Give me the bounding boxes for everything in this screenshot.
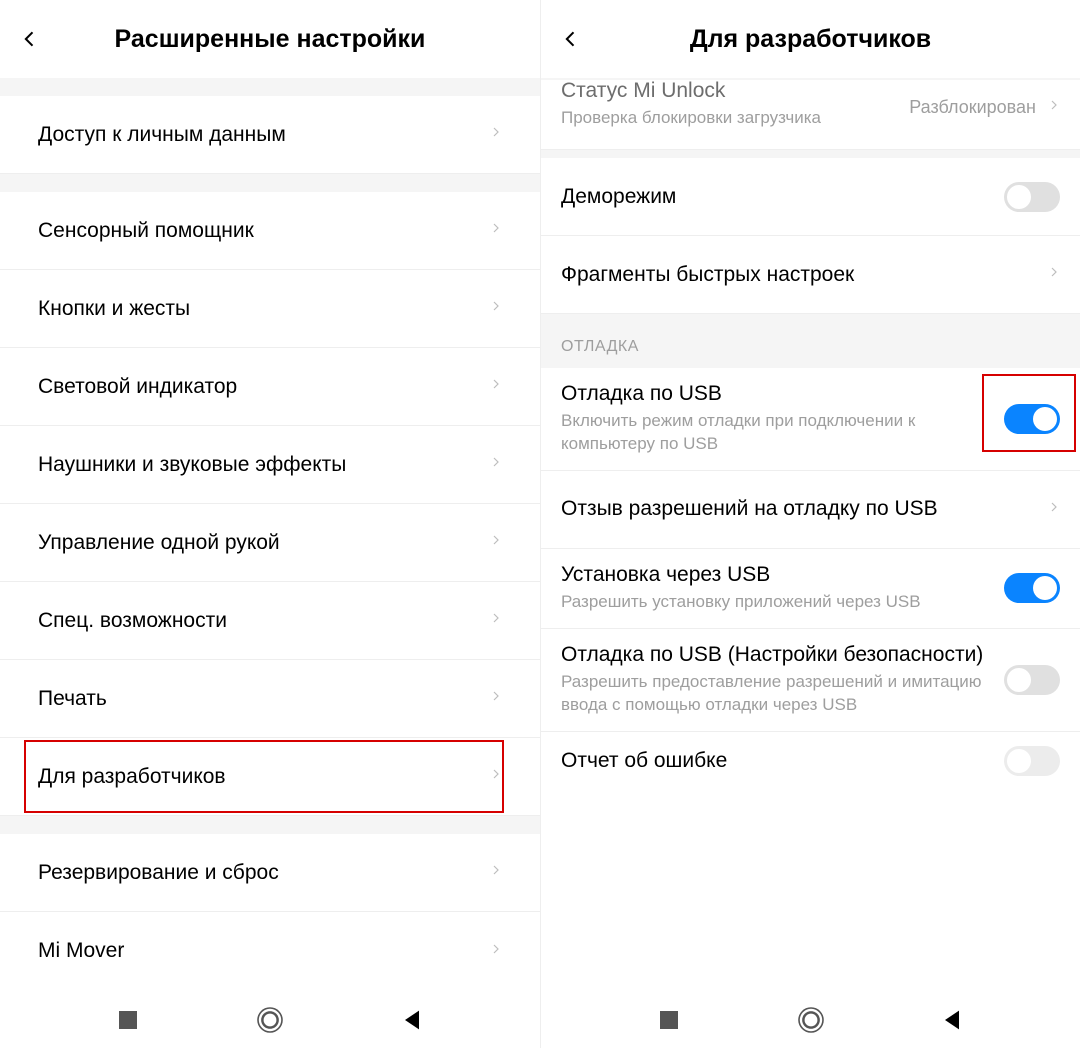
divider xyxy=(541,150,1080,158)
section-header-debug: ОТЛАДКА xyxy=(541,314,1080,368)
item-quick-ball[interactable]: Сенсорный помощник xyxy=(0,192,540,270)
item-label: Наушники и звуковые эффекты xyxy=(38,453,490,477)
toggle-usb-debugging[interactable] xyxy=(1004,404,1060,434)
item-usb-debug-security[interactable]: Отладка по USB (Настройки безопасности) … xyxy=(541,629,1080,732)
item-sub: Разрешить установку приложений через USB xyxy=(561,591,988,614)
square-icon xyxy=(119,1011,137,1029)
chevron-right-icon xyxy=(490,452,502,477)
item-label: Печать xyxy=(38,687,490,711)
item-label: Резервирование и сброс xyxy=(38,861,490,885)
nav-home-button[interactable] xyxy=(797,1006,825,1034)
item-sub: Разрешить предоставление разрешений и им… xyxy=(561,671,988,717)
chevron-right-icon xyxy=(1048,262,1060,287)
chevron-right-icon xyxy=(490,939,502,964)
chevron-right-icon xyxy=(490,296,502,321)
item-label: Установка через USB xyxy=(561,563,988,587)
item-headphones-audio[interactable]: Наушники и звуковые эффекты xyxy=(0,426,540,504)
item-demo-mode[interactable]: Деморежим xyxy=(541,158,1080,236)
content: Статус Mi Unlock Проверка блокировки заг… xyxy=(541,78,1080,992)
back-button[interactable] xyxy=(541,0,601,78)
chevron-right-icon xyxy=(490,530,502,555)
item-label: Управление одной рукой xyxy=(38,531,490,555)
item-bug-report[interactable]: Отчет об ошибке xyxy=(541,732,1080,790)
nav-back-button[interactable] xyxy=(938,1006,966,1034)
item-label: Сенсорный помощник xyxy=(38,219,490,243)
item-label: Отладка по USB xyxy=(561,382,988,406)
item-label: Спец. возможности xyxy=(38,609,490,633)
text-col: Статус Mi Unlock Проверка блокировки заг… xyxy=(561,85,909,130)
item-label: Статус Mi Unlock xyxy=(561,79,893,103)
chevron-left-icon xyxy=(561,29,581,49)
item-label: Отчет об ошибке xyxy=(561,749,1004,773)
item-label: Для разработчиков xyxy=(38,765,490,789)
item-label: Отладка по USB (Настройки безопасности) xyxy=(561,643,988,667)
text-col: Отладка по USB (Настройки безопасности) … xyxy=(561,643,1004,717)
item-led-indicator[interactable]: Световой индикатор xyxy=(0,348,540,426)
nav-recents-button[interactable] xyxy=(114,1006,142,1034)
item-value: Разблокирован xyxy=(909,97,1036,118)
item-usb-debugging[interactable]: Отладка по USB Включить режим отладки пр… xyxy=(541,368,1080,471)
toggle-install-via-usb[interactable] xyxy=(1004,573,1060,603)
toggle-usb-debug-security[interactable] xyxy=(1004,665,1060,695)
toggle-demo-mode[interactable] xyxy=(1004,182,1060,212)
item-quick-settings-tiles[interactable]: Фрагменты быстрых настроек xyxy=(541,236,1080,314)
chevron-right-icon xyxy=(490,374,502,399)
divider xyxy=(0,78,540,96)
circle-icon xyxy=(802,1011,820,1029)
item-backup-reset[interactable]: Резервирование и сброс xyxy=(0,834,540,912)
item-sub: Проверка блокировки загрузчика xyxy=(561,107,893,130)
toggle-bug-report[interactable] xyxy=(1004,746,1060,776)
item-label: Световой индикатор xyxy=(38,375,490,399)
circle-icon xyxy=(261,1011,279,1029)
header: Расширенные настройки xyxy=(0,0,540,78)
text-col: Отладка по USB Включить режим отладки пр… xyxy=(561,382,1004,456)
item-developer-options[interactable]: Для разработчиков xyxy=(0,738,540,816)
item-personal-data-access[interactable]: Доступ к личным данным xyxy=(0,96,540,174)
item-install-via-usb[interactable]: Установка через USB Разрешить установку … xyxy=(541,549,1080,629)
item-label: Фрагменты быстрых настроек xyxy=(561,263,1048,287)
chevron-right-icon xyxy=(490,122,502,147)
item-mi-mover[interactable]: Mi Mover xyxy=(0,912,540,990)
chevron-left-icon xyxy=(20,29,40,49)
chevron-right-icon xyxy=(1048,95,1060,120)
page-title: Расширенные настройки xyxy=(0,25,540,54)
screen-developer-options: Для разработчиков Статус Mi Unlock Прове… xyxy=(540,0,1080,1048)
item-label: Отзыв разрешений на отладку по USB xyxy=(561,497,1048,521)
item-one-handed[interactable]: Управление одной рукой xyxy=(0,504,540,582)
text-col: Установка через USB Разрешить установку … xyxy=(561,563,1004,614)
screen-advanced-settings: Расширенные настройки Доступ к личным да… xyxy=(0,0,540,1048)
header: Для разработчиков xyxy=(541,0,1080,78)
item-label: Кнопки и жесты xyxy=(38,297,490,321)
nav-back-button[interactable] xyxy=(398,1006,426,1034)
item-revoke-usb-auth[interactable]: Отзыв разрешений на отладку по USB xyxy=(541,471,1080,549)
item-label: Деморежим xyxy=(561,185,1004,209)
chevron-right-icon xyxy=(490,686,502,711)
chevron-right-icon xyxy=(490,764,502,789)
back-button[interactable] xyxy=(0,0,60,78)
android-navbar xyxy=(0,992,540,1048)
android-navbar xyxy=(541,992,1080,1048)
item-buttons-gestures[interactable]: Кнопки и жесты xyxy=(0,270,540,348)
divider xyxy=(0,174,540,192)
chevron-right-icon xyxy=(1048,497,1060,522)
chevron-right-icon xyxy=(490,608,502,633)
content: Доступ к личным данным Сенсорный помощни… xyxy=(0,78,540,992)
triangle-left-icon xyxy=(938,1006,966,1034)
triangle-left-icon xyxy=(398,1006,426,1034)
divider xyxy=(0,816,540,834)
item-accessibility[interactable]: Спец. возможности xyxy=(0,582,540,660)
chevron-right-icon xyxy=(490,860,502,885)
item-print[interactable]: Печать xyxy=(0,660,540,738)
item-label: Mi Mover xyxy=(38,939,490,963)
square-icon xyxy=(660,1011,678,1029)
item-mi-unlock-status[interactable]: Статус Mi Unlock Проверка блокировки заг… xyxy=(541,80,1080,150)
chevron-right-icon xyxy=(490,218,502,243)
nav-home-button[interactable] xyxy=(256,1006,284,1034)
nav-recents-button[interactable] xyxy=(655,1006,683,1034)
page-title: Для разработчиков xyxy=(541,25,1080,54)
item-sub: Включить режим отладки при подключении к… xyxy=(561,410,988,456)
item-label: Доступ к личным данным xyxy=(38,123,490,147)
